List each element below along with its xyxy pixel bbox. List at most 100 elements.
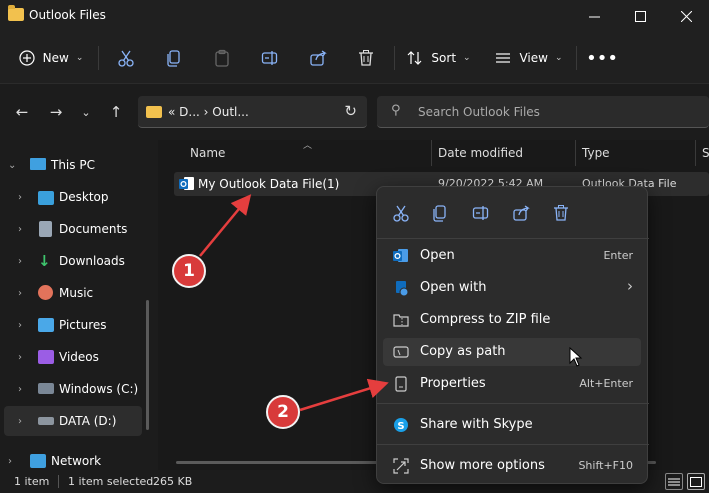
sidebar-item-label: Music — [59, 286, 94, 300]
more-options-button[interactable]: ••• — [586, 42, 618, 74]
menu-item-open-with[interactable]: Open with › — [383, 274, 641, 302]
chevron-right-icon[interactable]: › — [18, 288, 22, 299]
sidebar-item-pictures[interactable]: › Pictures — [0, 310, 150, 340]
new-button[interactable]: New ⌄ — [14, 42, 88, 74]
copy-button[interactable] — [160, 42, 188, 74]
menu-item-properties[interactable]: Properties Alt+Enter — [383, 370, 641, 398]
sidebar-scrollbar[interactable] — [146, 300, 149, 430]
sidebar-item-data-d[interactable]: › DATA (D:) — [4, 406, 142, 436]
sidebar-item-desktop[interactable]: › Desktop — [0, 182, 150, 212]
column-header-date[interactable]: Date modified — [438, 140, 523, 166]
window-title: Outlook Files — [29, 8, 106, 22]
sidebar-item-downloads[interactable]: › ↓ Downloads — [0, 246, 150, 276]
column-divider[interactable] — [575, 140, 576, 166]
outlook-icon — [393, 248, 409, 264]
rename-icon — [472, 206, 489, 220]
share-action[interactable] — [510, 202, 532, 224]
chevron-right-icon[interactable]: › — [8, 456, 12, 467]
chevron-right-icon[interactable]: › — [18, 192, 22, 203]
menu-item-share-skype[interactable]: S Share with Skype — [383, 411, 641, 439]
selection-size: 265 KB — [153, 475, 193, 488]
menu-item-open[interactable]: Open Enter — [383, 242, 641, 270]
chevron-down-icon: ⌄ — [554, 53, 563, 63]
minimize-button[interactable] — [571, 0, 617, 32]
cut-button[interactable] — [112, 42, 140, 74]
chevron-right-icon[interactable]: › — [18, 416, 22, 427]
clipboard-icon — [215, 49, 229, 67]
back-button[interactable]: ← — [8, 98, 36, 126]
sort-button[interactable]: Sort ⌄ — [406, 42, 472, 74]
delete-button[interactable] — [352, 42, 380, 74]
menu-divider — [377, 403, 649, 404]
network-icon — [30, 454, 46, 468]
menu-item-show-more-options[interactable]: Show more options Shift+F10 — [383, 452, 641, 480]
tiles-view-button[interactable] — [687, 473, 705, 490]
refresh-icon[interactable]: ↻ — [344, 102, 357, 120]
chevron-right-icon[interactable]: › — [18, 320, 22, 331]
tiles-view-icon — [690, 476, 702, 487]
column-header-size[interactable]: S — [702, 140, 709, 166]
column-divider[interactable] — [431, 140, 432, 166]
trash-icon — [359, 50, 373, 66]
chevron-right-icon[interactable]: › — [18, 224, 22, 235]
sort-label: Sort — [431, 51, 457, 65]
share-button[interactable] — [304, 42, 332, 74]
address-bar[interactable]: « D... › Outl... ↻ — [138, 96, 367, 128]
status-divider — [58, 475, 59, 488]
delete-action[interactable] — [550, 202, 572, 224]
pictures-icon — [38, 318, 54, 332]
menu-item-compress-zip[interactable]: Compress to ZIP file — [383, 306, 641, 334]
menu-item-copy-as-path[interactable]: Copy as path — [383, 338, 641, 366]
maximize-button[interactable] — [617, 0, 663, 32]
rename-button[interactable] — [256, 42, 284, 74]
column-header-name[interactable]: Name — [190, 140, 225, 166]
expand-icon — [393, 458, 409, 474]
paste-button[interactable] — [208, 42, 236, 74]
sidebar-item-documents[interactable]: › Documents — [0, 214, 150, 244]
menu-item-label: Show more options — [420, 458, 545, 473]
chevron-right-icon[interactable]: › — [18, 256, 22, 267]
recent-locations-button[interactable]: ⌄ — [72, 98, 100, 126]
zip-folder-icon — [393, 312, 409, 328]
folder-icon — [146, 106, 162, 118]
sidebar-item-music[interactable]: › Music — [0, 278, 150, 308]
menu-item-label: Share with Skype — [420, 417, 533, 432]
sort-icon — [407, 51, 422, 65]
sidebar-item-label: Network — [51, 454, 102, 468]
search-box[interactable]: ⚲ Search Outlook Files — [377, 96, 709, 128]
forward-button[interactable]: → — [42, 98, 70, 126]
context-menu: Open Enter Open with › Compress to ZIP f… — [376, 186, 649, 484]
folder-icon — [8, 5, 24, 21]
sidebar-item-videos[interactable]: › Videos — [0, 342, 150, 372]
plus-circle-icon — [19, 50, 35, 66]
scissors-icon — [393, 205, 409, 222]
close-button[interactable] — [663, 0, 709, 32]
chevron-down-icon[interactable]: ⌄ — [8, 160, 16, 171]
document-icon — [39, 221, 52, 237]
breadcrumb: « D... › Outl... — [168, 105, 249, 119]
copy-action[interactable] — [429, 202, 451, 224]
rename-icon — [261, 51, 278, 65]
menu-item-shortcut: Enter — [603, 249, 633, 262]
chevron-right-icon[interactable]: › — [18, 384, 22, 395]
rename-action[interactable] — [470, 202, 492, 224]
column-header-type[interactable]: Type — [582, 140, 610, 166]
copy-path-icon — [393, 344, 409, 360]
chevron-right-icon[interactable]: › — [18, 352, 22, 363]
details-view-button[interactable] — [665, 473, 683, 490]
cut-action[interactable] — [390, 202, 412, 224]
sidebar-item-this-pc[interactable]: ⌄ This PC — [0, 150, 150, 180]
up-button[interactable]: ↑ — [102, 98, 130, 126]
sidebar-item-label: Videos — [59, 350, 99, 364]
details-view-icon — [668, 478, 680, 485]
sidebar-item-label: DATA (D:) — [59, 414, 117, 428]
sidebar-item-windows-c[interactable]: › Windows (C:) — [0, 374, 150, 404]
search-placeholder: Search Outlook Files — [418, 105, 540, 119]
scissors-icon — [118, 50, 134, 67]
context-menu-quick-actions — [377, 187, 649, 239]
view-button[interactable]: View ⌄ — [494, 42, 564, 74]
menu-item-shortcut: Alt+Enter — [579, 377, 633, 390]
maximize-icon — [634, 10, 646, 22]
search-icon: ⚲ — [391, 103, 401, 118]
column-divider[interactable] — [695, 140, 696, 166]
